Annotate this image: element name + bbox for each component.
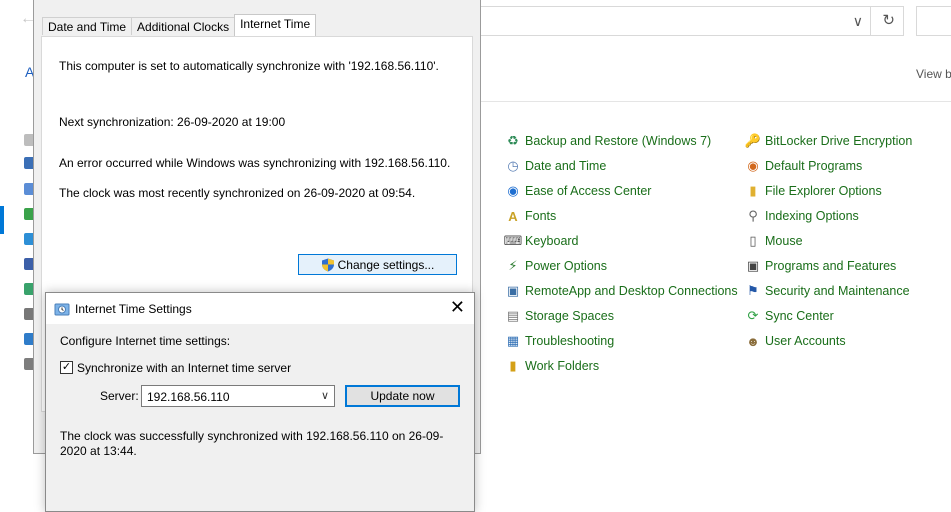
cp-item-backup[interactable]: ♻ Backup and Restore (Windows 7) <box>505 131 711 151</box>
cp-item-default-programs[interactable]: ◉ Default Programs <box>745 156 862 176</box>
cp-item-power[interactable]: ⚡ Power Options <box>505 256 607 276</box>
cp-item-date-time[interactable]: ◷ Date and Time <box>505 156 606 176</box>
sync-status-text: The clock was successfully synchronized … <box>60 429 444 458</box>
work-folders-icon: ▮ <box>509 358 517 373</box>
internet-time-settings-dialog: Internet Time Settings ✕ Configure Inter… <box>45 292 475 512</box>
title-bar[interactable]: Internet Time Settings ✕ <box>46 293 474 324</box>
default-programs-icon: ◉ <box>747 158 759 173</box>
cp-item-troubleshooting[interactable]: ▦ Troubleshooting <box>505 331 614 351</box>
configure-label: Configure Internet time settings: <box>60 334 231 348</box>
update-now-button[interactable]: Update now <box>345 385 460 407</box>
tab-additional-clocks[interactable]: Additional Clocks <box>131 17 236 35</box>
cp-item-work-folders[interactable]: ▮ Work Folders <box>505 356 599 376</box>
cp-item-bitlocker[interactable]: 🔑 BitLocker Drive Encryption <box>745 131 912 151</box>
server-value: 192.168.56.110 <box>147 390 230 404</box>
sync-error-text: An error occurred while Windows was sync… <box>59 156 451 170</box>
last-sync-text: The clock was most recently synchronized… <box>59 186 416 200</box>
bitlocker-icon: 🔑 <box>744 133 762 148</box>
internet-time-app-icon <box>54 303 70 316</box>
refresh-icon[interactable]: ↻ <box>882 11 895 29</box>
cp-item-sync-center[interactable]: ⟳ Sync Center <box>745 306 834 326</box>
auto-sync-text: This computer is set to automatically sy… <box>59 59 439 73</box>
programs-icon: ▣ <box>746 258 760 273</box>
address-bar[interactable]: ∨ ↻ <box>478 6 904 36</box>
chevron-down-icon[interactable]: ∨ <box>321 389 329 402</box>
cp-item-mouse[interactable]: ▯ Mouse <box>745 231 802 251</box>
clock-icon: ◷ <box>507 158 519 173</box>
backup-icon: ♻ <box>507 133 519 148</box>
chevron-down-icon[interactable]: ∨ <box>853 13 863 30</box>
cp-item-programs[interactable]: ▣ Programs and Features <box>745 256 896 276</box>
cp-item-ease-of-access[interactable]: ◉ Ease of Access Center <box>505 181 651 201</box>
tab-strip: Date and Time Additional Clocks Internet… <box>42 14 317 37</box>
sync-checkbox[interactable]: ✓ <box>60 361 73 374</box>
keyboard-icon: ⌨ <box>503 233 523 248</box>
close-icon[interactable]: ✕ <box>450 298 465 316</box>
next-sync-text: Next synchronization: 26-09-2020 at 19:0… <box>59 115 286 129</box>
flag-icon: ⚑ <box>747 283 759 298</box>
indexing-icon: ⚲ <box>748 208 758 223</box>
users-icon: ☻ <box>746 333 760 349</box>
ease-of-access-icon: ◉ <box>507 183 519 198</box>
cp-item-storage[interactable]: ▤ Storage Spaces <box>505 306 614 326</box>
folder-options-icon: ▮ <box>749 183 757 198</box>
cp-item-file-explorer-options[interactable]: ▮ File Explorer Options <box>745 181 881 201</box>
tab-date-and-time[interactable]: Date and Time <box>42 17 133 35</box>
cp-item-indexing[interactable]: ⚲ Indexing Options <box>745 206 859 226</box>
cp-item-keyboard[interactable]: ⌨ Keyboard <box>503 231 579 251</box>
sync-checkbox-label[interactable]: Synchronize with an Internet time server <box>77 361 291 375</box>
remoteapp-icon: ▣ <box>506 283 520 298</box>
dialog-title: Internet Time Settings <box>75 302 192 316</box>
troubleshooting-icon: ▦ <box>506 333 520 348</box>
change-settings-button[interactable]: Change settings... <box>298 254 457 275</box>
checkmark-icon: ✓ <box>61 361 72 373</box>
sync-icon: ⟳ <box>747 308 759 323</box>
fonts-icon: A <box>508 208 518 224</box>
power-icon: ⚡ <box>508 258 518 273</box>
server-select[interactable]: 192.168.56.110 ∨ <box>141 385 335 407</box>
uac-shield-icon <box>321 258 334 271</box>
cp-item-security-maintenance[interactable]: ⚑ Security and Maintenance <box>745 281 909 301</box>
cp-item-user-accounts[interactable]: ☻ User Accounts <box>745 331 845 351</box>
cp-item-fonts[interactable]: A Fonts <box>505 206 556 226</box>
server-label: Server: <box>100 389 139 403</box>
search-input[interactable] <box>916 6 951 36</box>
mouse-icon: ▯ <box>749 233 757 248</box>
cp-item-remoteapp[interactable]: ▣ RemoteApp and Desktop Connections <box>505 281 738 301</box>
tab-internet-time[interactable]: Internet Time <box>234 14 317 36</box>
nav-accent <box>0 206 4 234</box>
storage-icon: ▤ <box>506 308 520 323</box>
view-by-label[interactable]: View b <box>916 67 951 81</box>
